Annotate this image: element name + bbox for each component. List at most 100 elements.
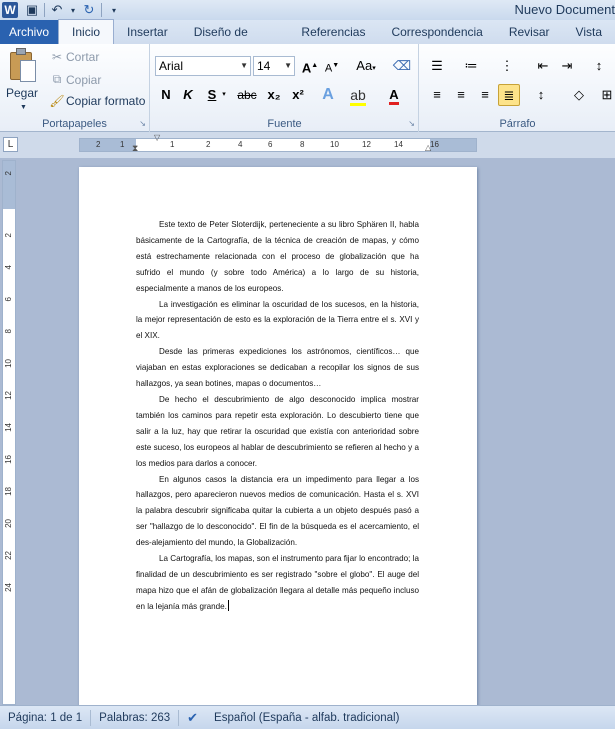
borders-icon[interactable]: ⊞	[596, 84, 615, 106]
ribbon: Pegar ▼ ✂ Cortar ⧉ Copiar 🖌 Copiar forma…	[0, 44, 615, 132]
qat-separator	[101, 3, 102, 17]
ruler-tick: 8	[4, 329, 13, 334]
ruler-tick: 2	[96, 140, 101, 149]
clipboard-group: Pegar ▼ ✂ Cortar ⧉ Copiar 🖌 Copiar forma…	[0, 44, 150, 132]
document-paragraph[interactable]: La Cartografía, los mapas, son el instru…	[136, 554, 419, 611]
document-page[interactable]: Este texto de Peter Sloterdijk, pertenec…	[79, 167, 477, 705]
clear-format-icon[interactable]: ⌫	[391, 55, 413, 77]
clipboard-launcher-icon[interactable]: ↘	[139, 119, 146, 128]
copy-label: Copiar	[66, 72, 102, 87]
document-paragraph[interactable]: La investigación es eliminar la oscurida…	[136, 297, 419, 345]
paste-icon[interactable]	[8, 48, 38, 84]
tab-archivo[interactable]: Archivo	[0, 20, 59, 44]
indent-marker-icon[interactable]: ⧗	[132, 143, 138, 154]
chevron-down-icon: ▼	[240, 61, 248, 70]
font-launcher-icon[interactable]: ↘	[408, 119, 415, 128]
horizontal-ruler[interactable]: 2 1 1 2 4 6 8 10 12 14 16 ⧗ ▽ △	[79, 133, 477, 154]
document-paragraph[interactable]: Este texto de Peter Sloterdijk, pertenec…	[136, 217, 419, 297]
tab-referencias[interactable]: Referencias	[288, 20, 378, 44]
text-effects-icon[interactable]: A	[317, 84, 339, 106]
underline-dropdown-icon[interactable]: ▾	[219, 84, 229, 106]
numbering-icon[interactable]: ≔	[460, 55, 482, 77]
decrease-indent-icon[interactable]: ⇤	[532, 55, 554, 77]
vertical-ruler[interactable]: 2 2 4 6 8 10 12 14 16 18 20 22 24	[2, 160, 16, 705]
paintbrush-icon: 🖌	[49, 94, 65, 108]
document-paragraph[interactable]: En algunos casos la distancia era un imp…	[136, 472, 419, 552]
bold-button[interactable]: N	[155, 84, 177, 106]
sort-icon[interactable]: ↕	[588, 55, 610, 77]
font-size-select[interactable]: 14 ▼	[253, 56, 295, 76]
customize-qat-icon[interactable]: ▾	[106, 6, 122, 15]
top-margin-shade	[3, 161, 15, 209]
format-painter-label: Copiar formato	[66, 94, 146, 108]
document-paragraph[interactable]: Desde las primeras expediciones los astr…	[136, 344, 419, 392]
shrink-font-button[interactable]: A▼	[321, 55, 343, 77]
superscript-button[interactable]: x²	[287, 84, 309, 106]
strikethrough-button[interactable]: abc	[233, 84, 261, 106]
first-line-indent-icon[interactable]: ▽	[154, 133, 160, 142]
font-group: Arial ▼ 14 ▼ A▲ A▼ Aa▾ ⌫ N K S ▾ abc x₂ …	[151, 44, 419, 132]
font-color-button[interactable]: A	[383, 84, 405, 106]
undo-icon[interactable]: ↶	[49, 2, 65, 18]
grow-font-button[interactable]: A▲	[299, 55, 321, 77]
tab-vista[interactable]: Vista	[563, 20, 615, 44]
paragraph-group: ☰ ≔ ⋮ ⇤ ⇥ ↕ ≡ ≡ ≡ ≣ ↕ ◇ ⊞ Párrafo	[420, 44, 615, 132]
multilevel-list-icon[interactable]: ⋮	[496, 55, 518, 77]
qat-separator	[44, 3, 45, 17]
ruler-tick: 18	[4, 487, 13, 496]
change-case-label: Aa	[356, 58, 373, 73]
align-right-icon[interactable]: ≡	[474, 84, 496, 106]
tab-insertar[interactable]: Insertar	[114, 20, 181, 44]
quick-access-toolbar: ▣ ↶ ▾ ↻ ▾	[24, 2, 122, 18]
word-icon[interactable]: W	[2, 2, 18, 18]
paste-dropdown-icon[interactable]: ▼	[20, 104, 27, 111]
ruler-tick: 14	[4, 423, 13, 432]
subscript-button[interactable]: x₂	[263, 84, 285, 106]
title-bar: W ▣ ↶ ▾ ↻ ▾ Nuevo Document	[0, 0, 615, 20]
tab-revisar[interactable]: Revisar	[496, 20, 563, 44]
ruler-tick: 24	[4, 583, 13, 592]
document-body[interactable]: Este texto de Peter Sloterdijk, pertenec…	[136, 217, 419, 615]
ruler-tick: 2	[4, 233, 13, 238]
save-icon[interactable]: ▣	[24, 2, 40, 18]
tab-inicio[interactable]: Inicio	[58, 19, 115, 44]
cut-button[interactable]: ✂ Cortar	[48, 50, 99, 64]
justify-icon[interactable]: ≣	[498, 84, 520, 106]
ruler-area: L 2 1 1 2 4 6 8 10 12 14 16 ⧗ ▽ △	[0, 132, 615, 158]
undo-dropdown-icon[interactable]: ▾	[69, 6, 77, 15]
ruler-tick: 4	[4, 265, 13, 270]
align-left-icon[interactable]: ≡	[426, 84, 448, 106]
ruler-tick: 6	[268, 140, 273, 149]
ruler-tick: 1	[120, 140, 125, 149]
page-count[interactable]: Página: 1 de 1	[0, 709, 92, 726]
document-canvas[interactable]: Este texto de Peter Sloterdijk, pertenec…	[18, 158, 615, 705]
line-spacing-icon[interactable]: ↕	[530, 84, 552, 106]
format-painter-button[interactable]: 🖌 Copiar formato	[48, 94, 145, 108]
scissors-icon: ✂	[51, 50, 63, 64]
ruler-tick: 2	[206, 140, 211, 149]
increase-indent-icon[interactable]: ⇥	[556, 55, 578, 77]
document-paragraph-last[interactable]: La Cartografía, los mapas, son el instru…	[136, 551, 419, 615]
highlight-icon[interactable]: ab	[347, 84, 369, 106]
word-count[interactable]: Palabras: 263	[91, 709, 180, 726]
redo-icon[interactable]: ↻	[81, 2, 97, 18]
tab-diseno-pagina[interactable]: Diseño de página	[181, 20, 289, 63]
italic-button[interactable]: K	[177, 84, 199, 106]
font-family-value: Arial	[159, 59, 184, 73]
proofing-icon[interactable]: ✔	[179, 710, 206, 726]
document-paragraph[interactable]: De hecho el descubrimiento de algo desco…	[136, 392, 419, 472]
right-indent-icon[interactable]: △	[425, 143, 431, 152]
change-case-button[interactable]: Aa▾	[351, 55, 381, 77]
align-center-icon[interactable]: ≡	[450, 84, 472, 106]
grow-font-label: A	[301, 60, 312, 76]
ruler-tick: 12	[362, 140, 371, 149]
bullets-icon[interactable]: ☰	[426, 55, 448, 77]
paste-button[interactable]: Pegar	[6, 86, 38, 100]
ruler-tick: 4	[238, 140, 243, 149]
copy-button[interactable]: ⧉ Copiar	[48, 72, 102, 87]
tab-selector-icon[interactable]: L	[3, 137, 18, 152]
language-indicator[interactable]: Español (España - alfab. tradicional)	[206, 710, 407, 726]
tab-correspondencia[interactable]: Correspondencia	[378, 20, 495, 44]
font-family-select[interactable]: Arial ▼	[155, 56, 251, 76]
shading-icon[interactable]: ◇	[568, 84, 590, 106]
